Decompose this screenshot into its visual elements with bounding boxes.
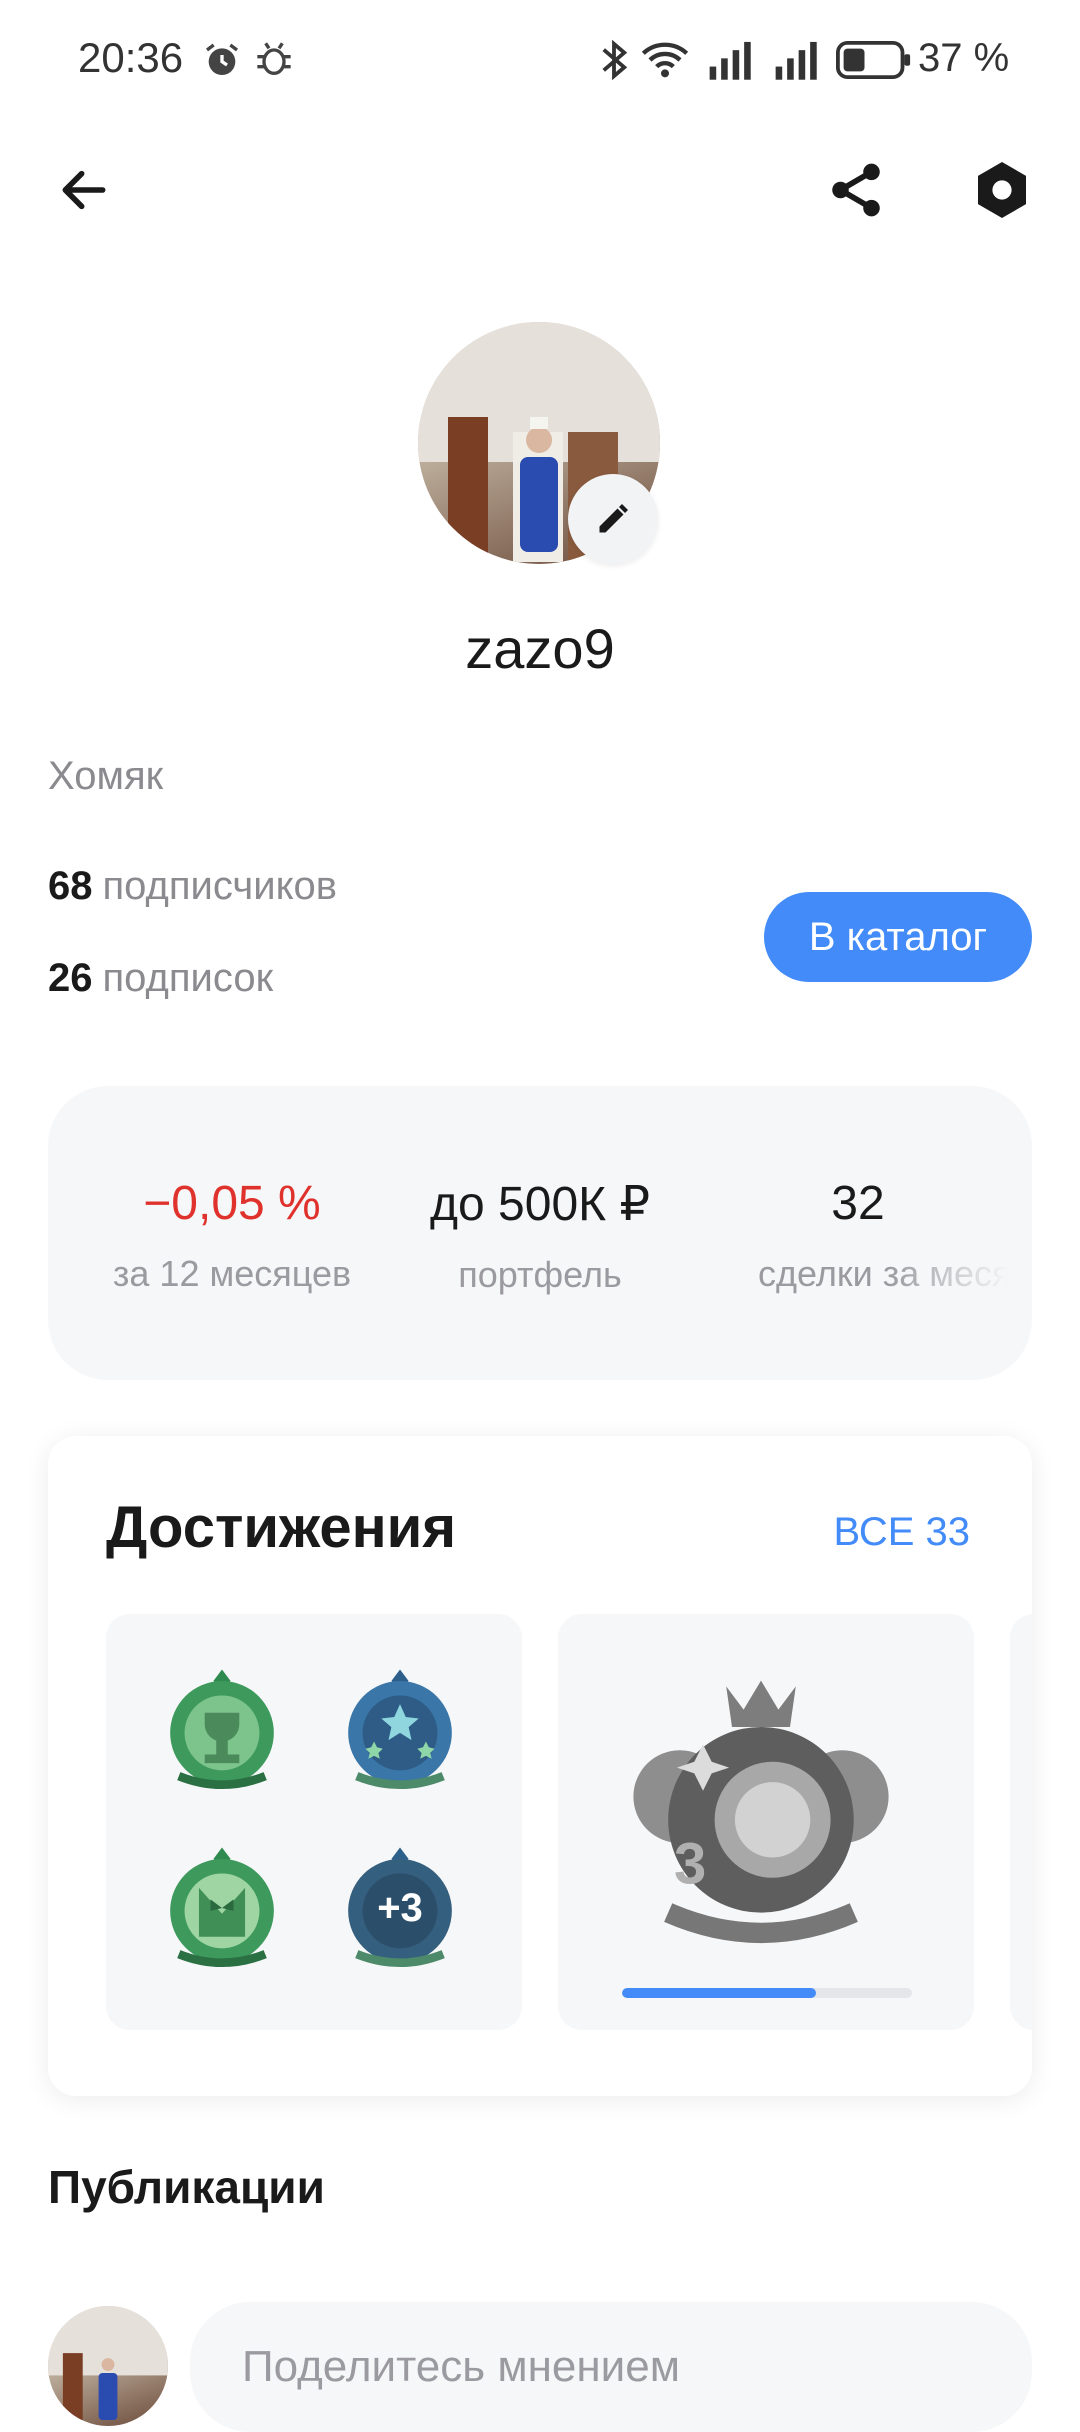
battery-icon — [836, 41, 911, 79]
stat-return-label: за 12 месяцев — [112, 1253, 352, 1294]
battery-percent: 37 % — [918, 36, 1010, 80]
achievement-tile-progress[interactable]: 3 — [558, 1614, 974, 2030]
status-time: 20:36 — [78, 34, 184, 81]
achievements-card: Достижения ВСЕ 33 +3 3 — [48, 1436, 1032, 2096]
achievements-title: Достижения — [106, 1495, 457, 1560]
stat-portfolio: до 500К ₽ портфель — [390, 1176, 690, 1296]
svg-text:3: 3 — [674, 1832, 706, 1897]
achievement-tile-earned[interactable]: +3 — [106, 1614, 522, 2030]
followers-label: подписчиков — [102, 864, 338, 908]
back-arrow-icon — [62, 170, 106, 210]
share-button[interactable] — [816, 150, 896, 230]
status-bar: 20:36 37 % — [0, 0, 1080, 120]
stat-return-value: −0,05 % — [143, 1177, 321, 1230]
stat-deals: 32 сделки за месяц — [708, 1176, 1008, 1295]
coin-badge-icon: 3 — [633, 1680, 889, 1943]
trophy-badge-icon — [170, 1669, 274, 1790]
following-count: 26 — [48, 956, 93, 1000]
back-button[interactable] — [44, 150, 124, 230]
compose-input[interactable]: Поделитесь мнением — [190, 2302, 1032, 2432]
bio: Хомяк — [48, 754, 164, 798]
username: zazo9 — [465, 617, 615, 680]
tuxedo-badge-icon — [170, 1847, 274, 1968]
avatar-photo — [48, 2306, 168, 2426]
achievement-progress — [622, 1988, 912, 1998]
publications-title: Публикации — [48, 2161, 325, 2213]
followers[interactable]: 68 подписчиков — [48, 864, 337, 909]
more-badges-count: +3 — [377, 1886, 423, 1930]
stats-card: −0,05 % за 12 месяцев до 500К ₽ портфель… — [48, 1086, 1032, 1380]
followers-count: 68 — [48, 864, 93, 908]
following-label: подписок — [102, 956, 274, 1000]
stars-badge-icon — [348, 1669, 452, 1790]
pencil-icon — [599, 504, 628, 533]
stat-portfolio-label: портфель — [458, 1254, 622, 1295]
settings-button[interactable] — [962, 150, 1042, 230]
share-icon — [832, 163, 880, 217]
following[interactable]: 26 подписок — [48, 956, 273, 1001]
stat-portfolio-value: до 500К ₽ — [430, 1178, 650, 1231]
achievement-tile-next[interactable] — [1010, 1614, 1032, 2030]
catalog-button[interactable]: В каталог — [764, 892, 1032, 982]
wifi-icon — [641, 42, 689, 78]
stat-deals-value: 32 — [831, 1177, 885, 1230]
achievement-progress-fill — [622, 1988, 817, 1998]
alarm-icon — [206, 43, 238, 75]
stat-return: −0,05 % за 12 месяцев — [82, 1176, 382, 1295]
compose-placeholder: Поделитесь мнением — [242, 2342, 680, 2391]
achievements-all-link[interactable]: ВСЕ 33 — [833, 1510, 970, 1555]
edit-avatar-button[interactable] — [568, 474, 658, 564]
signal-icon — [709, 41, 751, 80]
stat-deals-label: сделки за месяц — [758, 1253, 1008, 1294]
debug-icon — [257, 42, 291, 75]
settings-hexagon-icon — [978, 162, 1026, 218]
bluetooth-icon — [602, 39, 628, 81]
signal-icon — [775, 41, 817, 80]
compose-avatar — [48, 2306, 168, 2426]
more-badges: +3 — [328, 1836, 472, 1980]
